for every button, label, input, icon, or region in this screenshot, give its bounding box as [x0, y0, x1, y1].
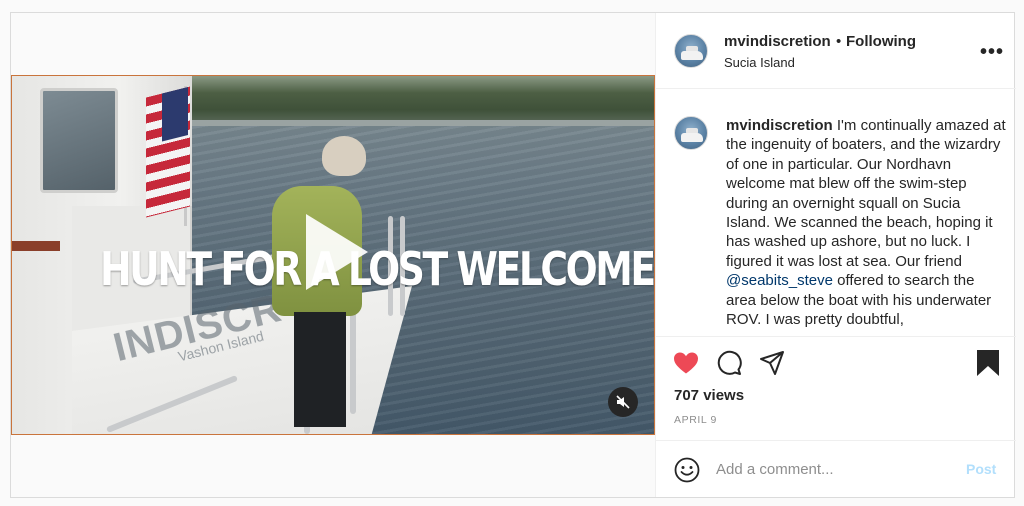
following-button[interactable]: Following — [846, 33, 916, 50]
post-button[interactable]: Post — [966, 461, 996, 477]
post-card: INDISCR Vashon Island HUNT FOR A LOST WE… — [10, 12, 1016, 498]
comment-icon[interactable] — [716, 350, 742, 376]
caption-text: mvindiscretion I'm continually amazed at… — [726, 116, 1006, 329]
play-icon[interactable] — [306, 214, 368, 290]
mute-button[interactable] — [608, 387, 638, 417]
location-link[interactable]: Sucia Island — [724, 55, 795, 70]
caption-body: I'm continually amazed at the ingenuity … — [726, 117, 1006, 270]
video-player[interactable]: INDISCR Vashon Island HUNT FOR A LOST WE… — [11, 75, 655, 435]
share-icon[interactable] — [759, 350, 785, 376]
comment-input[interactable] — [716, 457, 946, 481]
post-header: mvindiscretion • Following Sucia Island … — [656, 13, 1016, 89]
video-overlay-title: HUNT FOR A LOST WELCOME MAT — [100, 242, 654, 296]
actions-section: 707 views APRIL 9 Post — [656, 336, 1016, 497]
separator-dot: • — [836, 33, 842, 50]
avatar[interactable] — [674, 34, 708, 68]
mention-link[interactable]: @seabits_steve — [726, 272, 833, 289]
mute-icon — [616, 395, 630, 409]
comment-bar: Post — [656, 440, 1016, 497]
post-date[interactable]: APRIL 9 — [674, 414, 717, 426]
boat-window — [40, 88, 118, 193]
views-count[interactable]: 707 views — [674, 387, 744, 404]
caption-avatar[interactable] — [674, 116, 708, 150]
media-pane: INDISCR Vashon Island HUNT FOR A LOST WE… — [11, 13, 655, 497]
details-pane: mvindiscretion • Following Sucia Island … — [655, 13, 1016, 497]
comments-section[interactable]: mvindiscretion I'm continually amazed at… — [656, 90, 1016, 336]
us-flag — [146, 86, 190, 218]
heart-icon[interactable] — [673, 351, 699, 375]
boat-stripe — [12, 241, 60, 251]
header-username[interactable]: mvindiscretion — [724, 33, 831, 50]
bookmark-icon[interactable] — [976, 349, 1000, 377]
emoji-icon[interactable] — [674, 457, 700, 483]
more-icon[interactable]: ••• — [980, 41, 1004, 64]
caption-username[interactable]: mvindiscretion — [726, 117, 833, 134]
